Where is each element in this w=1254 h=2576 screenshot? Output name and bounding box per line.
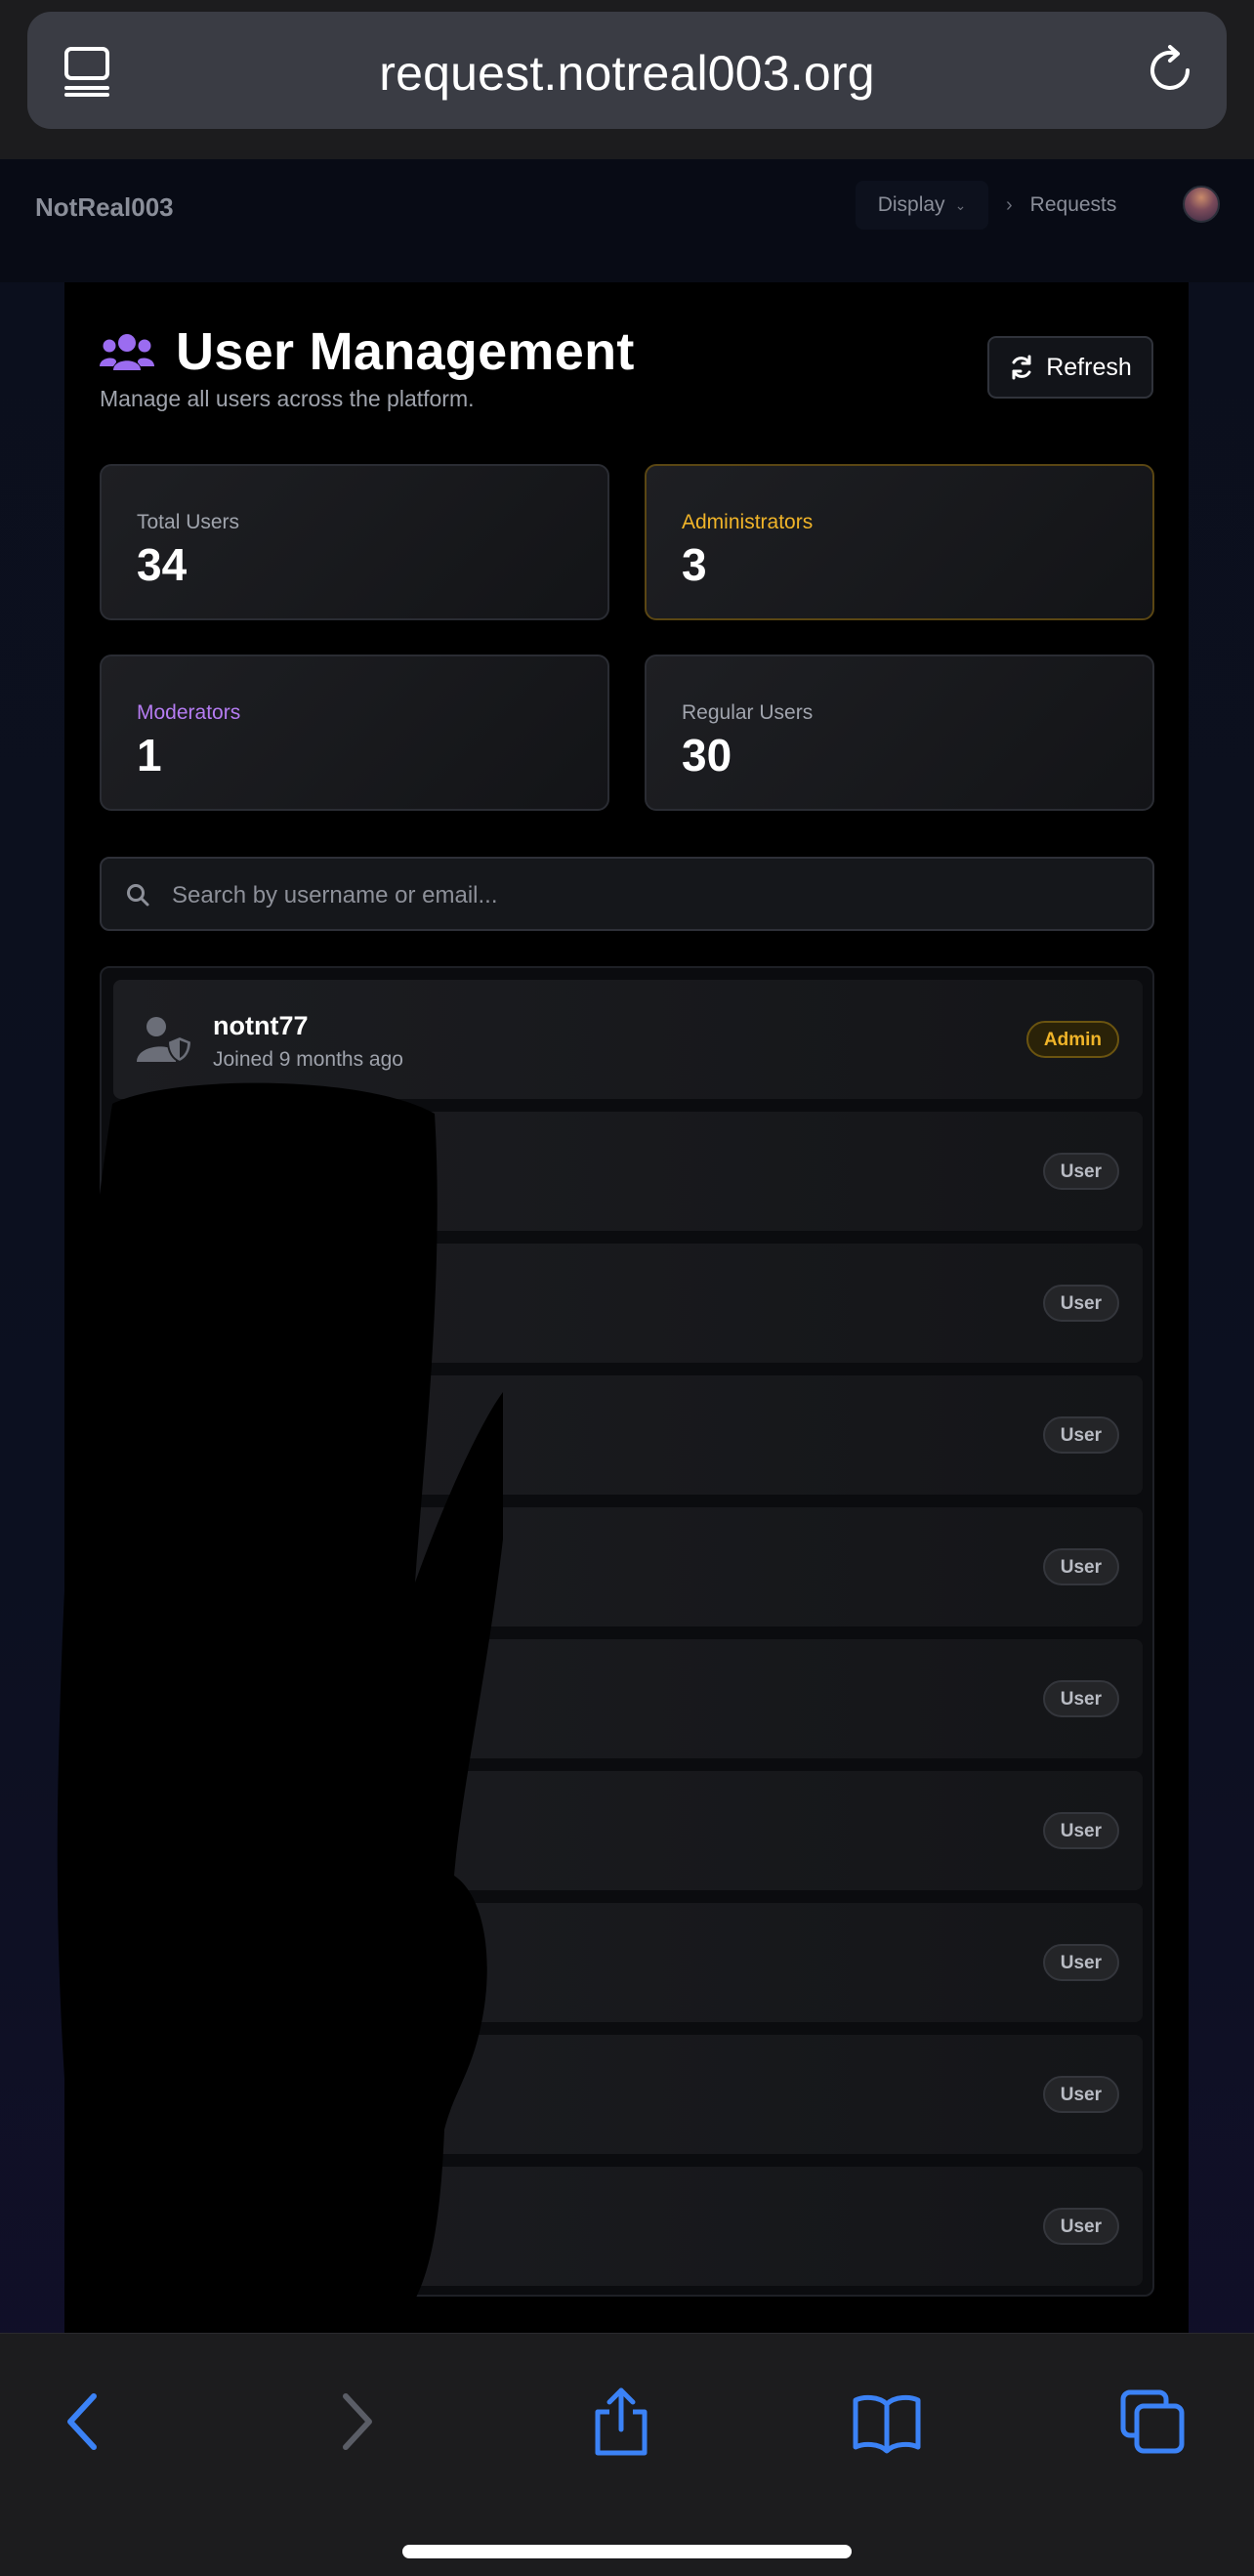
chevron-right-icon: [343, 2393, 372, 2450]
stat-value: 3: [682, 539, 707, 590]
search-icon: [127, 884, 149, 907]
chevron-left-icon: [67, 2393, 97, 2450]
user-list: notnt77 Joined 9 months ago Admin User U…: [100, 966, 1154, 2297]
brand-logo[interactable]: NotReal003: [35, 192, 174, 223]
role-badge: Admin: [1025, 1021, 1119, 1058]
refresh-label: Refresh: [1046, 353, 1132, 381]
avatar[interactable]: [1183, 186, 1220, 223]
stat-label: Total Users: [137, 511, 240, 533]
back-button[interactable]: [45, 2383, 123, 2461]
bookmarks-button[interactable]: [848, 2383, 926, 2461]
stat-value: 34: [137, 539, 188, 590]
display-dropdown[interactable]: Display ⌄: [856, 181, 988, 230]
user-joined: Joined 9 months ago: [213, 1048, 403, 1071]
display-label: Display: [877, 193, 945, 216]
refresh-button[interactable]: Refresh: [987, 336, 1153, 399]
role-badge: User: [1042, 1416, 1119, 1454]
role-badge: User: [1042, 1548, 1119, 1585]
user-name: notnt77: [213, 1011, 309, 1040]
role-badge: User: [1042, 2208, 1119, 2245]
role-badge: User: [1042, 2076, 1119, 2113]
share-button[interactable]: [582, 2383, 660, 2461]
stat-total-users: Total Users 34: [100, 464, 609, 620]
chevron-right-icon: ›: [1006, 193, 1013, 216]
user-row[interactable]: User: [113, 1903, 1143, 2022]
requests-label: Requests: [1029, 193, 1117, 216]
user-row[interactable]: User: [113, 2167, 1143, 2286]
refresh-icon: [1012, 355, 1031, 380]
stat-administrators: Administrators 3: [645, 464, 1154, 620]
app-navbar: NotReal003 Display ⌄ › Requests: [0, 159, 1254, 282]
tabs-icon: [1120, 2389, 1185, 2454]
share-icon: [595, 2387, 648, 2456]
stat-label: Regular Users: [682, 701, 814, 724]
forward-button[interactable]: [316, 2383, 395, 2461]
home-indicator: [402, 2545, 852, 2558]
stat-moderators: Moderators 1: [100, 655, 609, 811]
role-badge: User: [1042, 1812, 1119, 1849]
chevron-down-icon: ⌄: [954, 196, 967, 213]
user-row[interactable]: User: [113, 1375, 1143, 1495]
role-badge: User: [1042, 1285, 1119, 1322]
users-icon: [100, 334, 154, 370]
user-row[interactable]: User: [113, 1507, 1143, 1626]
page-title: User Management: [176, 322, 635, 381]
user-row[interactable]: User: [113, 1112, 1143, 1231]
user-row[interactable]: User: [113, 1244, 1143, 1363]
stat-value: 30: [682, 730, 732, 781]
requests-link[interactable]: › Requests: [1006, 181, 1116, 230]
search-placeholder: Search by username or email...: [172, 882, 498, 908]
role-badge: User: [1042, 1153, 1119, 1190]
user-row[interactable]: User: [113, 1771, 1143, 1890]
stat-regular-users: Regular Users 30: [645, 655, 1154, 811]
tabs-button[interactable]: [1113, 2383, 1191, 2461]
user-row[interactable]: User: [113, 1639, 1143, 1758]
book-icon: [853, 2394, 921, 2454]
role-badge: User: [1042, 1944, 1119, 1981]
reload-icon[interactable]: [1143, 43, 1197, 98]
screen: request.notreal003.org NotReal003 Displa…: [0, 0, 1254, 2576]
address-bar[interactable]: request.notreal003.org: [27, 12, 1227, 129]
search-input[interactable]: Search by username or email...: [100, 857, 1154, 931]
url-text[interactable]: request.notreal003.org: [27, 45, 1227, 102]
user-management-panel: User Management Manage all users across …: [64, 282, 1189, 2359]
user-shield-icon: [137, 1017, 193, 1064]
user-row[interactable]: User: [113, 2035, 1143, 2154]
stat-label: Moderators: [137, 701, 241, 724]
stat-value: 1: [137, 730, 162, 781]
user-row[interactable]: notnt77 Joined 9 months ago Admin: [113, 980, 1143, 1099]
role-badge: User: [1042, 1680, 1119, 1717]
browser-bottom-toolbar: [0, 2333, 1254, 2576]
page-subtitle: Manage all users across the platform.: [100, 386, 475, 411]
page-header: User Management: [100, 321, 635, 382]
stat-label: Administrators: [682, 511, 814, 533]
browser-top-bar: request.notreal003.org: [0, 0, 1254, 159]
